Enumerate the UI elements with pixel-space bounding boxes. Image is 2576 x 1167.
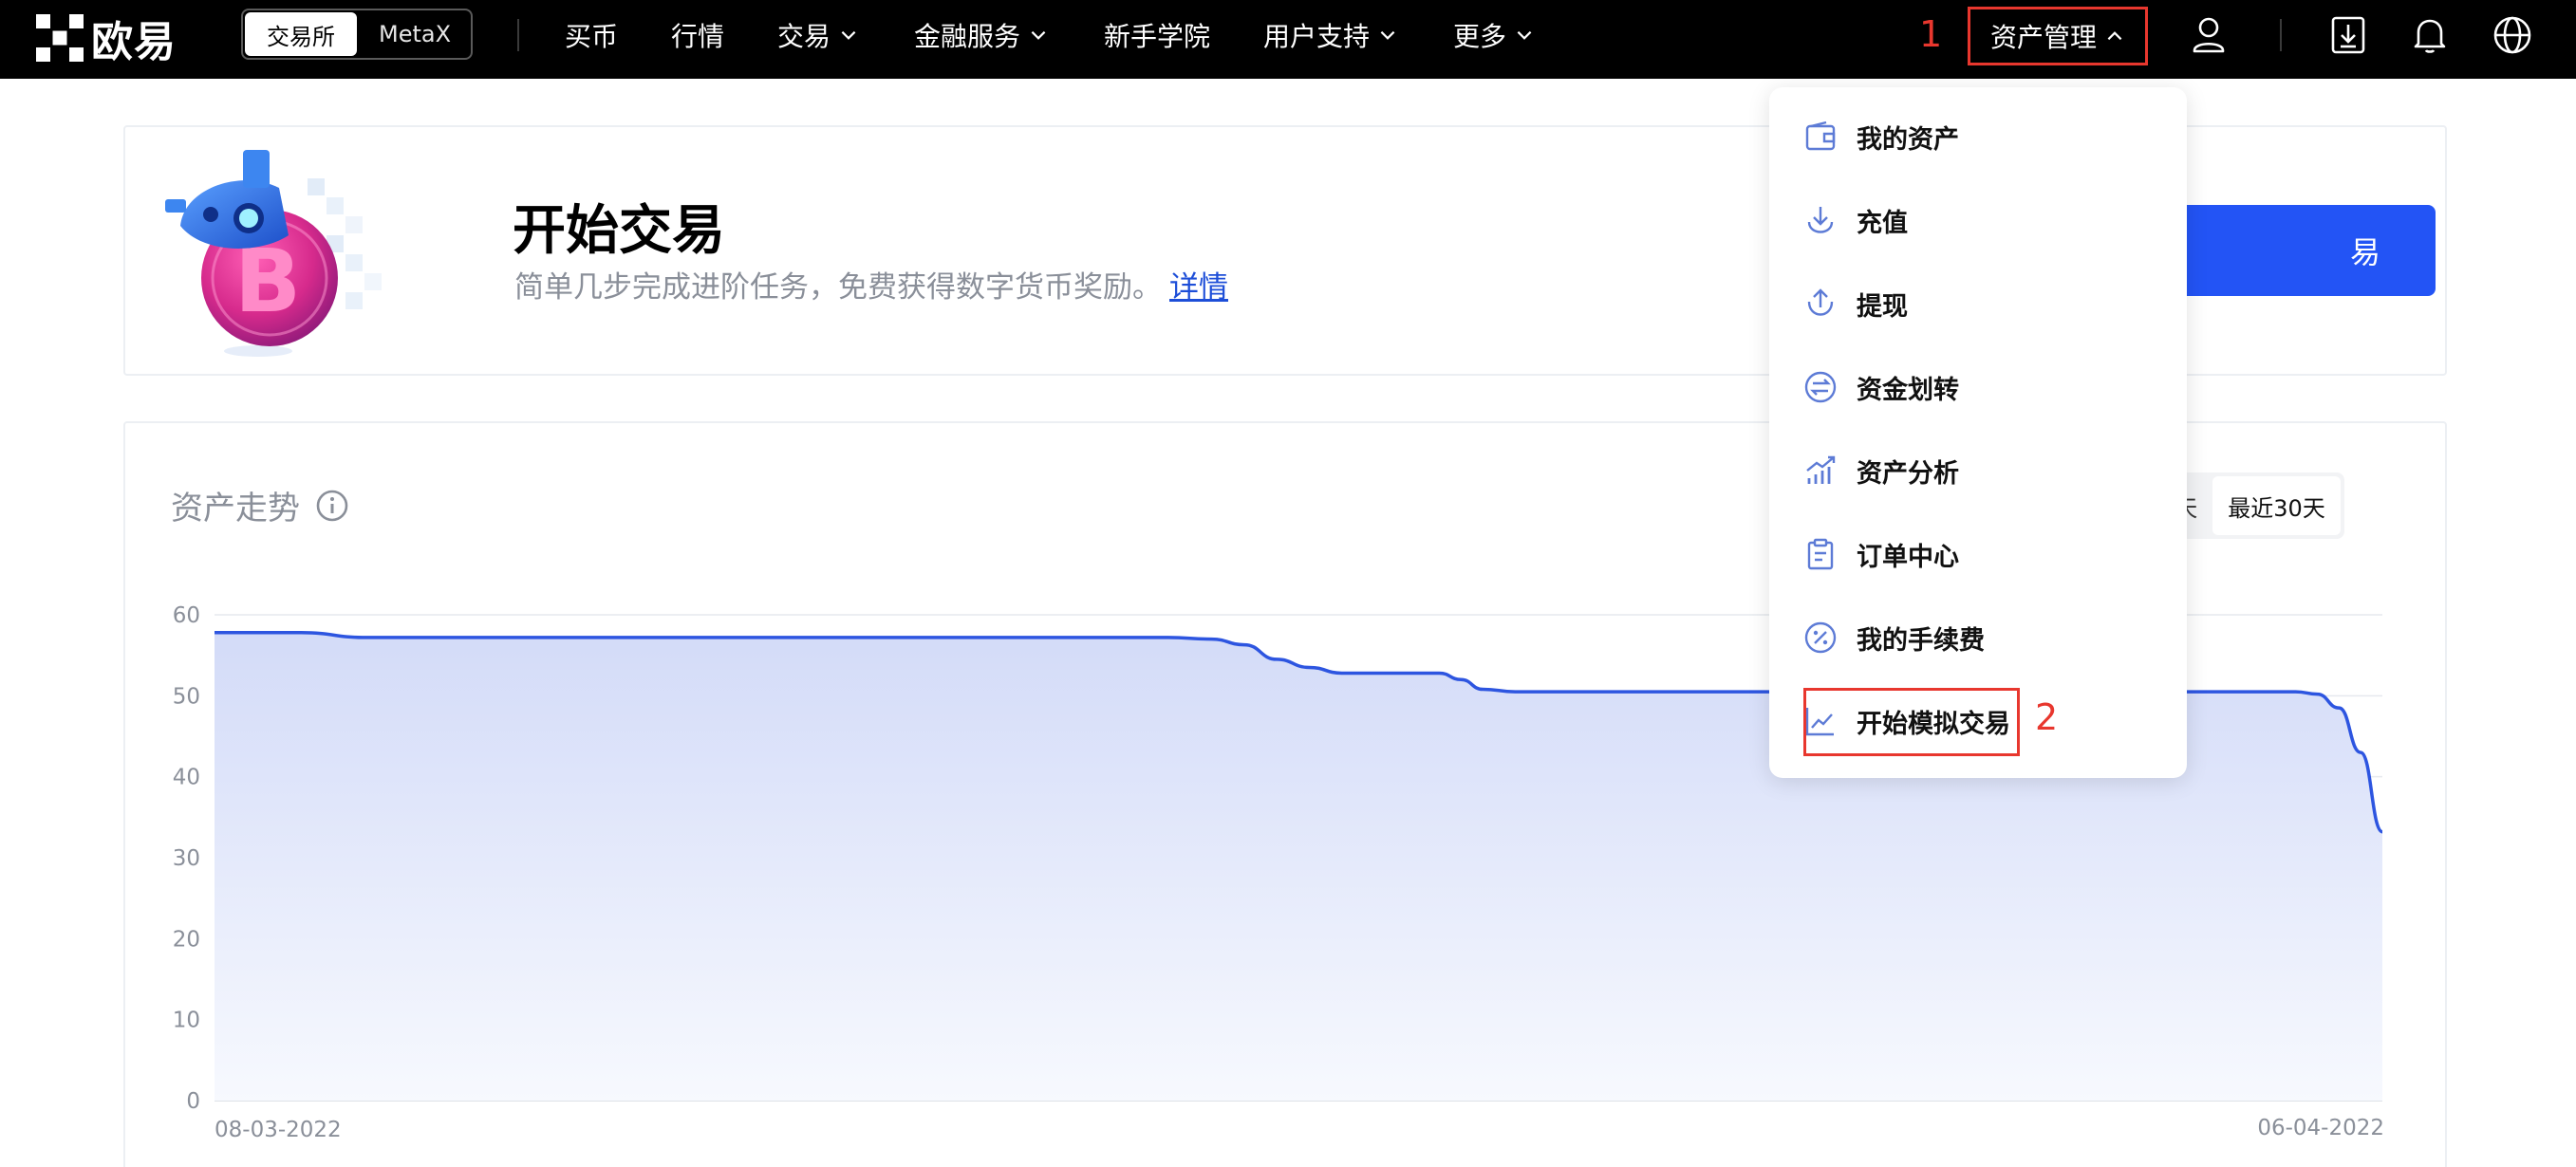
annotation-marker-1: 1 [1919,13,1943,55]
menu-item-my-fees[interactable]: 我的手续费 [1803,609,1985,666]
mode-exchange-tab[interactable]: 交易所 [245,12,357,56]
annotation-highlight-box [1803,688,2020,756]
menu-item-label: 充值 [1857,208,1908,238]
chevron-down-icon [1380,30,1395,40]
asset-management-label: 资产管理 [1989,22,2097,53]
menu-item-label: 提现 [1857,291,1908,322]
nav-divider [517,19,519,51]
menu-item-asset-analysis[interactable]: 资产分析 [1803,442,1959,499]
nav-item-label: 用户支持 [1263,21,1371,52]
y-tick-label: 60 [173,603,200,628]
start-trading-button-label: 易 [2349,234,2380,270]
menu-item-my-assets[interactable]: 我的资产 [1803,108,1959,165]
nav-item-finance[interactable]: 金融服务 [914,13,1049,57]
asset-management-dropdown: 我的资产 充值 提现 资金划转 资产分析 订单中心 我的手续费 开始模拟交易 [1769,87,2187,778]
mode-metax-tab[interactable]: MetaX [359,10,471,58]
nav-item-label: 更多 [1453,21,1507,52]
globe-icon [2493,16,2531,54]
withdraw-icon [1807,288,1834,316]
details-link[interactable]: 详情 [1169,270,1228,305]
nav-item-academy[interactable]: 新手学院 [1104,13,1210,57]
x-axis-end-label: 06-04-2022 [2257,1116,2384,1140]
y-axis-ticks: 0 10 20 30 40 50 60 [173,603,200,1114]
menu-item-order-center[interactable]: 订单中心 [1803,526,1959,583]
notifications-button[interactable] [2406,11,2454,59]
y-tick-label: 0 [186,1089,200,1114]
nav-item-label: 金融服务 [914,21,1021,52]
fee-icon [1804,621,1837,654]
download-icon [2331,16,2365,54]
nav-item-label: 新手学院 [1104,21,1211,52]
annotation-marker-2: 2 [2035,696,2059,738]
banner-subtitle: 简单几步完成进阶任务，免费获得数字货币奖励。 详情 [514,263,1228,306]
top-navigation-bar: 欧易 交易所 MetaX 买币 行情 交易 金融服务 新手学院 用户支持 更多 … [0,0,2576,79]
menu-item-deposit[interactable]: 充值 [1803,192,1908,249]
nav-item-label: 行情 [671,21,725,52]
chevron-up-icon [2107,31,2122,41]
nav-divider [2280,19,2282,51]
nav-item-markets[interactable]: 行情 [671,13,724,57]
brand-logo-text: 欧易 [91,18,177,66]
menu-item-label: 我的资产 [1857,124,1959,155]
menu-item-label: 资金划转 [1857,375,1959,405]
menu-item-fund-transfer[interactable]: 资金划转 [1803,359,1959,416]
y-tick-label: 30 [173,846,200,871]
banner-subtitle-text: 简单几步完成进阶任务，免费获得数字货币奖励。 [514,270,1162,305]
banner-title: 开始交易 [513,200,725,262]
nav-item-trade[interactable]: 交易 [777,13,859,57]
menu-item-label: 订单中心 [1857,542,1959,572]
menu-item-label: 我的手续费 [1857,625,1985,656]
user-account-button[interactable] [2185,11,2232,59]
menu-item-label: 资产分析 [1857,458,1959,489]
asset-management-menu[interactable]: 资产管理 [1968,7,2148,65]
nav-item-support[interactable]: 用户支持 [1263,13,1398,57]
transfer-icon [1804,371,1837,403]
user-icon [2193,17,2225,53]
nav-item-more[interactable]: 更多 [1453,13,1535,57]
okx-logo-icon [36,14,84,62]
brand-logo[interactable]: 欧易 [36,11,177,66]
clipboard-icon [1807,538,1834,570]
bitcoin-robot-illustration-icon: B [165,150,382,357]
nav-item-buy-crypto[interactable]: 买币 [565,13,618,57]
nav-item-label: 买币 [565,21,619,52]
y-tick-label: 10 [173,1009,200,1033]
chevron-down-icon [841,30,856,40]
analysis-icon [1806,455,1836,484]
mode-switch: 交易所 MetaX [241,9,473,60]
deposit-icon [1807,207,1834,233]
nav-item-label: 交易 [777,21,831,52]
chevron-down-icon [1517,30,1532,40]
y-tick-label: 40 [173,766,200,790]
y-tick-label: 20 [173,927,200,952]
x-axis-start-label: 08-03-2022 [215,1118,342,1142]
chevron-down-icon [1031,30,1046,40]
bell-icon [2414,19,2446,53]
menu-item-withdraw[interactable]: 提现 [1803,275,1908,332]
wallet-icon [1805,120,1836,151]
y-tick-label: 50 [173,684,200,709]
language-button[interactable] [2489,11,2536,59]
download-app-button[interactable] [2324,11,2372,59]
